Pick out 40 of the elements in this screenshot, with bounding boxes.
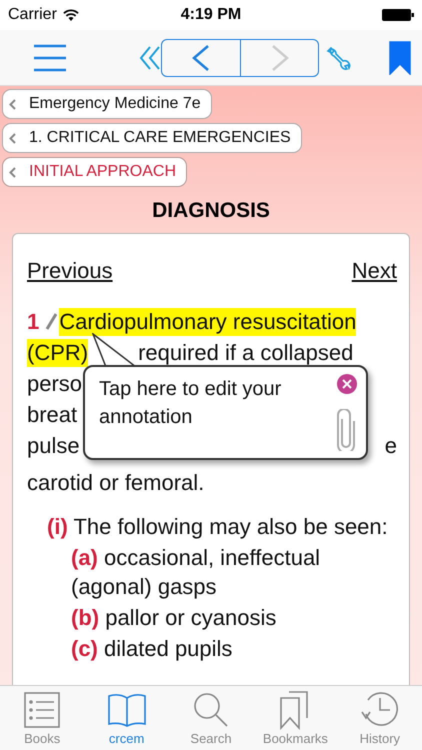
list-item: (b) pallor or cyanosis bbox=[70, 604, 278, 632]
chevron-left-icon bbox=[9, 132, 16, 144]
breadcrumb-button[interactable]: 1. CRITICAL CARE EMERGENCIES bbox=[2, 123, 302, 153]
next-link[interactable]: Next bbox=[352, 258, 397, 284]
paperclip-icon bbox=[336, 409, 356, 451]
tab-button[interactable]: Bookmarks bbox=[253, 686, 338, 750]
previous-link[interactable]: Previous bbox=[27, 258, 113, 284]
tab-button[interactable]: Search bbox=[168, 686, 254, 750]
annotation-popup[interactable]: Tap here to edit your annotation bbox=[83, 365, 368, 460]
tab-button[interactable]: Books bbox=[0, 686, 84, 750]
breadcrumb-button[interactable]: Emergency Medicine 7e bbox=[2, 89, 212, 119]
list-icon bbox=[22, 690, 62, 730]
tab-button[interactable]: History bbox=[338, 686, 422, 750]
wifi-icon bbox=[62, 9, 79, 21]
chevron-left-icon bbox=[9, 166, 16, 178]
battery-icon bbox=[382, 9, 414, 21]
paragraph-line: e bbox=[384, 432, 397, 458]
list-item: (i) The following may also be seen: bbox=[46, 513, 389, 541]
menu-icon[interactable] bbox=[32, 44, 68, 72]
clock-time: 4:19 PM bbox=[180, 6, 242, 24]
chevron-left-icon bbox=[9, 98, 16, 110]
paragraph-line: required if a collapsed bbox=[138, 340, 354, 366]
close-icon[interactable] bbox=[336, 373, 358, 395]
paragraph-line: breat bbox=[27, 402, 78, 428]
carrier-name: Carrier bbox=[8, 6, 57, 24]
section-heading: DIAGNOSIS bbox=[151, 199, 271, 223]
double-chevron-icon[interactable] bbox=[139, 44, 161, 70]
breadcrumb-button[interactable]: INITIAL APPROACH bbox=[2, 157, 187, 187]
wrench-icon[interactable] bbox=[325, 44, 351, 70]
highlighted-text: Cardiopulmonary resuscitation bbox=[59, 308, 356, 336]
bookmark-icon[interactable] bbox=[389, 40, 411, 74]
paragraph-line: pulse bbox=[27, 432, 80, 458]
list-item: (c) dilated pupils bbox=[70, 635, 234, 663]
tab-button[interactable]: crcem bbox=[84, 686, 169, 750]
pencil-icon[interactable] bbox=[45, 312, 58, 330]
paragraph-number: 1 bbox=[27, 308, 40, 334]
paragraph-line: perso bbox=[27, 370, 82, 396]
popup-text: Tap here to edit your annotation bbox=[99, 377, 282, 430]
paragraph-line: carotid or femoral. bbox=[27, 470, 204, 496]
highlighted-text: (CPR) bbox=[27, 338, 88, 366]
